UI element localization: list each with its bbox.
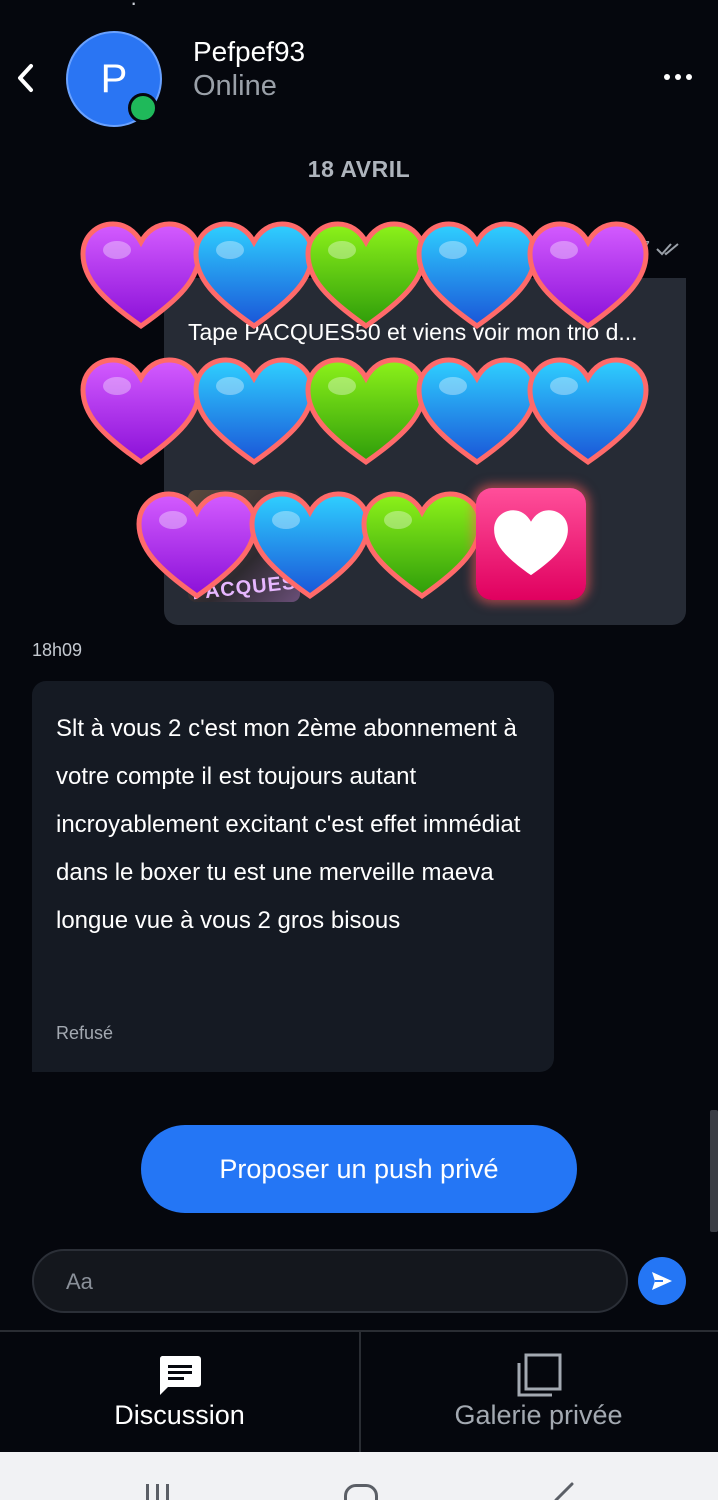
more-options-button[interactable] [658, 64, 698, 90]
outgoing-message-text: Tape PACQUES50 et viens voir mon trio d.… [188, 319, 638, 393]
gallery-icon [359, 1352, 718, 1398]
chevron-left-icon [18, 64, 33, 92]
incoming-message-bubble[interactable]: Slt à vous 2 c'est mon 2ème abonnement à… [32, 681, 554, 1072]
tab-label-discussion: Discussion [114, 1400, 245, 1430]
tab-label-gallery: Galerie privée [454, 1400, 623, 1430]
incoming-time: 18h09 [32, 640, 83, 660]
date-divider: 18 AVRIL [307, 156, 411, 182]
more-dot-icon [675, 74, 681, 80]
outgoing-time: 07 [630, 238, 651, 258]
more-dot-icon [664, 74, 670, 80]
back-nav-icon[interactable] [548, 1482, 578, 1500]
chat-icon [0, 1352, 359, 1398]
double-check-icon [656, 242, 679, 255]
send-button[interactable] [638, 1257, 686, 1305]
thumbnail-caption: PACQUES [191, 571, 298, 602]
message-composer [32, 1249, 628, 1313]
outgoing-message-bubble[interactable]: Tape PACQUES50 et viens voir mon trio d.… [164, 278, 686, 625]
presence-status: Online [193, 70, 277, 102]
contact-name[interactable]: Pefpef93 [193, 36, 305, 68]
back-button[interactable] [10, 58, 40, 98]
chat-header: P Pefpef93 Online [0, 20, 718, 140]
tab-divider [359, 1332, 361, 1452]
online-status-dot [128, 93, 158, 123]
home-icon[interactable] [344, 1484, 378, 1500]
outgoing-media-thumbnail[interactable]: PACQUES [188, 490, 300, 602]
message-status: Refusé [56, 1023, 114, 1043]
tab-private-gallery[interactable]: Galerie privée [359, 1332, 718, 1454]
scrollbar-thumb[interactable] [710, 1110, 718, 1232]
send-icon [652, 1272, 672, 1290]
recent-apps-icon[interactable] [146, 1484, 176, 1500]
more-dot-icon [686, 74, 692, 80]
propose-private-push-button[interactable]: Proposer un push privé [141, 1125, 577, 1213]
incoming-message-text: Slt à vous 2 c'est mon 2ème abonnement à… [56, 715, 521, 934]
message-input[interactable] [66, 1263, 606, 1301]
outgoing-meta: 07 [630, 238, 680, 259]
status-bar: · [0, 0, 718, 14]
status-clock-fragment: · [130, 0, 138, 14]
system-navigation-bar [0, 1452, 718, 1500]
tab-discussion[interactable]: Discussion [0, 1332, 359, 1454]
